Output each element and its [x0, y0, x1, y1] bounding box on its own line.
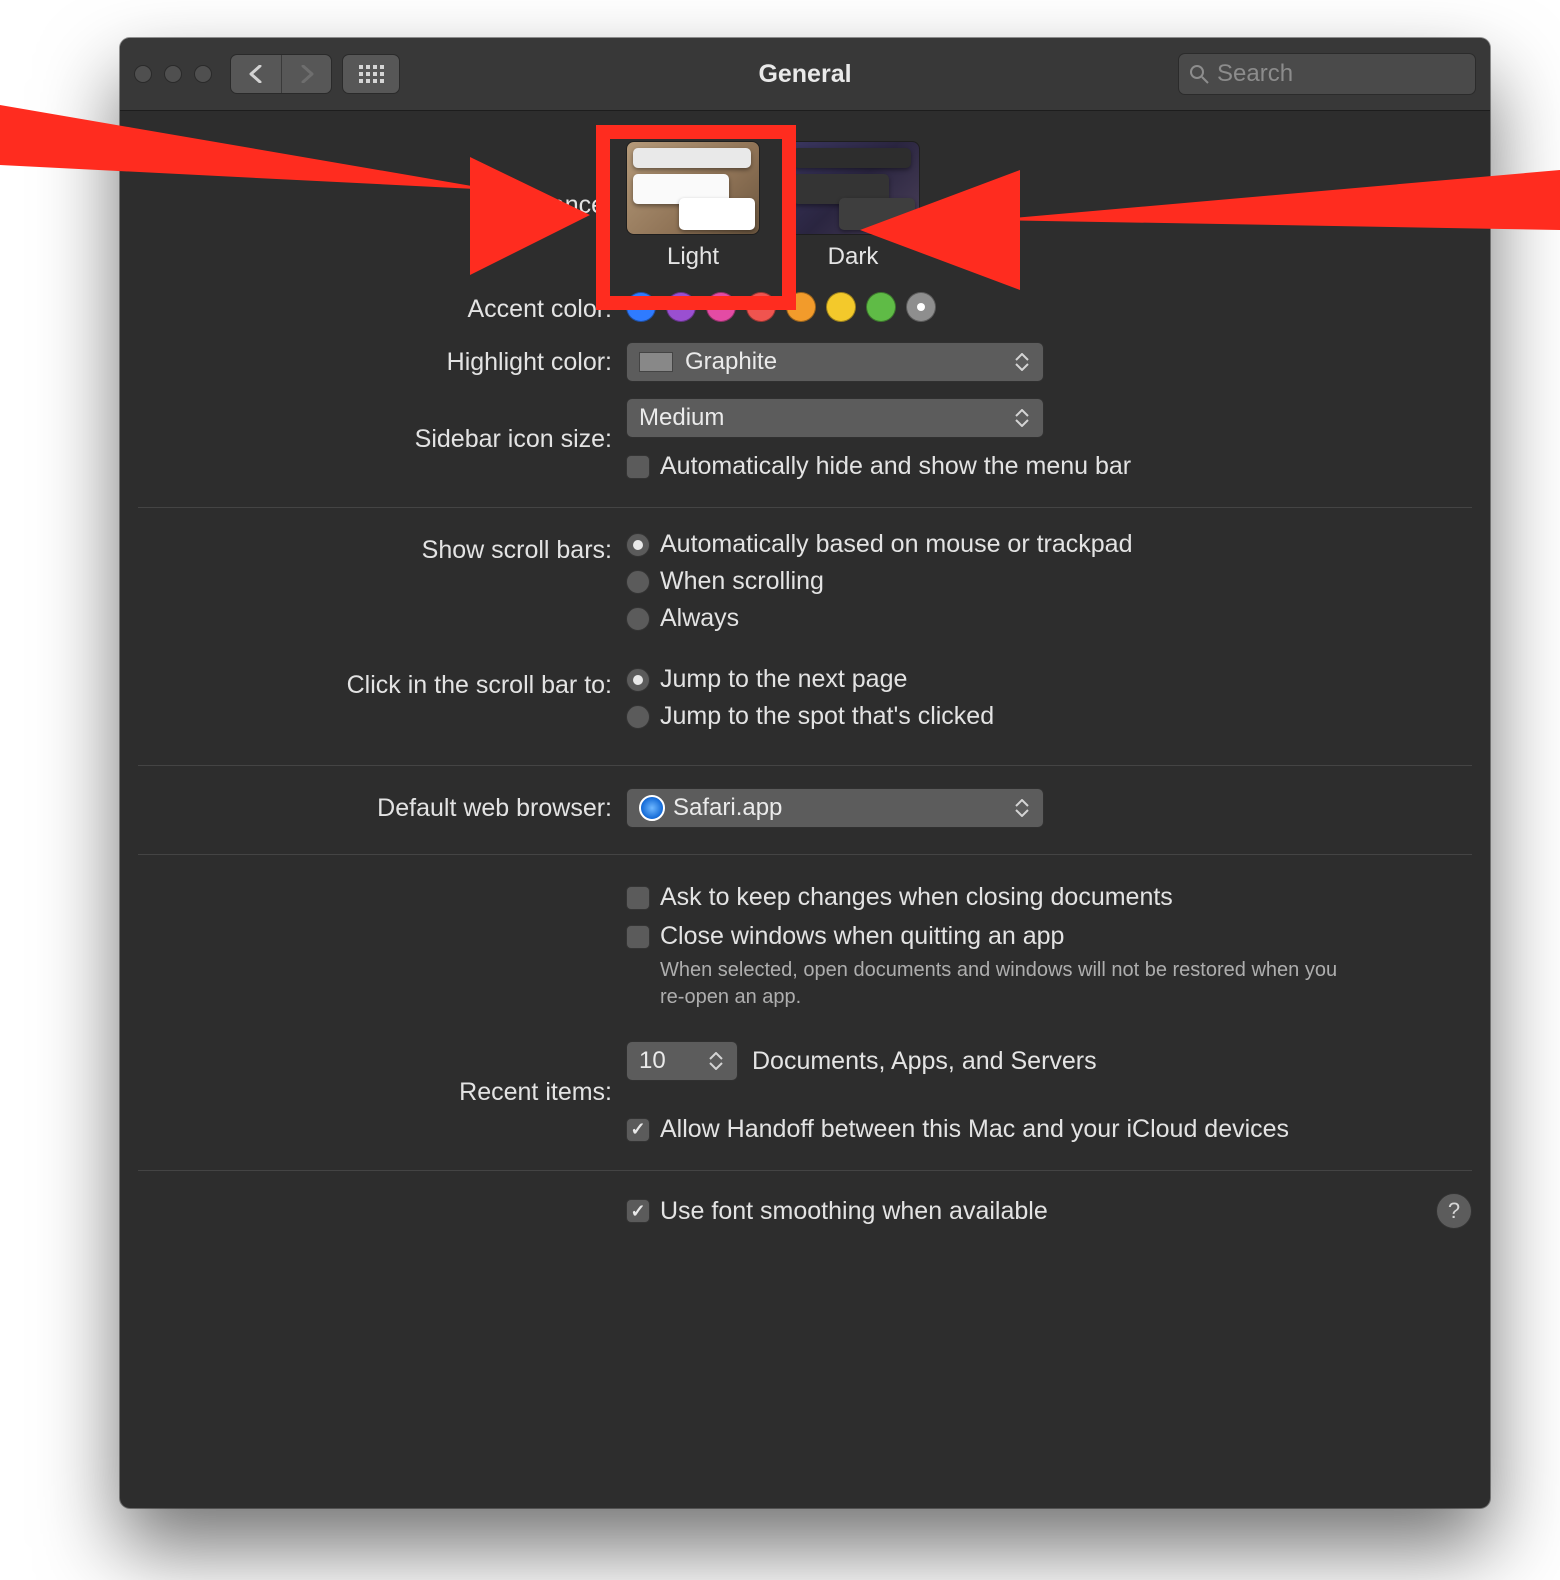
handoff-checkbox[interactable]: [626, 1118, 650, 1142]
appearance-option-dark[interactable]: Dark: [786, 141, 920, 271]
help-button[interactable]: ?: [1436, 1193, 1472, 1229]
stepper-icon: [709, 1046, 733, 1076]
divider: [138, 854, 1472, 855]
appearance-dark-thumb: [786, 141, 920, 235]
recent-items-value: 10: [639, 1047, 666, 1075]
titlebar: General Search: [120, 38, 1490, 111]
highlight-color-label: Highlight color:: [138, 348, 626, 377]
click-scroll-label: Click in the scroll bar to:: [138, 665, 626, 700]
grid-icon: [359, 65, 384, 83]
scrollbars-radio-0[interactable]: [626, 533, 650, 557]
sidebar-icon-size-label: Sidebar icon size:: [138, 425, 626, 454]
zoom-window-button[interactable]: [194, 65, 212, 83]
accent-color-2[interactable]: [706, 292, 736, 322]
scrollbars-radio-2[interactable]: [626, 607, 650, 631]
preferences-window: General Search Appearance:: [120, 38, 1490, 1508]
default-browser-select[interactable]: Safari.app: [626, 788, 1044, 828]
scrollbars-radio-label-1: When scrolling: [660, 567, 824, 596]
forward-button[interactable]: [281, 55, 331, 93]
scrollbars-radio-label-0: Automatically based on mouse or trackpad: [660, 530, 1132, 559]
click-scroll-radio-0[interactable]: [626, 668, 650, 692]
accent-color-7[interactable]: [906, 292, 936, 322]
ask-keep-changes-checkbox[interactable]: [626, 886, 650, 910]
highlight-color-select[interactable]: Graphite: [626, 342, 1044, 382]
click-scroll-radio-1[interactable]: [626, 705, 650, 729]
appearance-option-light[interactable]: Light: [626, 141, 760, 271]
appearance-light-thumb: [626, 141, 760, 235]
recent-items-label: Recent items:: [138, 1078, 626, 1107]
accent-color-0[interactable]: [626, 292, 656, 322]
divider: [138, 765, 1472, 766]
sidebar-icon-size-value: Medium: [639, 404, 724, 432]
accent-color-1[interactable]: [666, 292, 696, 322]
chevron-left-icon: [248, 65, 264, 83]
window-controls: [134, 65, 212, 83]
accent-color-3[interactable]: [746, 292, 776, 322]
recent-items-select[interactable]: 10: [626, 1041, 738, 1081]
minimize-window-button[interactable]: [164, 65, 182, 83]
default-browser-value: Safari.app: [673, 794, 782, 822]
search-placeholder: Search: [1217, 60, 1293, 88]
auto-hide-menubar-checkbox[interactable]: [626, 455, 650, 479]
divider: [138, 507, 1472, 508]
highlight-color-value: Graphite: [685, 348, 777, 376]
stepper-icon: [1015, 793, 1039, 823]
font-smoothing-checkbox[interactable]: [626, 1199, 650, 1223]
close-windows-checkbox[interactable]: [626, 925, 650, 949]
appearance-light-label: Light: [667, 243, 719, 271]
accent-color-label: Accent color:: [138, 289, 626, 324]
back-button[interactable]: [231, 55, 281, 93]
handoff-label: Allow Handoff between this Mac and your …: [660, 1115, 1289, 1144]
search-field[interactable]: Search: [1178, 53, 1476, 95]
auto-hide-menubar-label: Automatically hide and show the menu bar: [660, 452, 1131, 481]
font-smoothing-label: Use font smoothing when available: [660, 1197, 1048, 1226]
highlight-swatch: [639, 352, 673, 372]
chevron-right-icon: [299, 65, 315, 83]
sidebar-icon-size-select[interactable]: Medium: [626, 398, 1044, 438]
safari-icon: [639, 795, 665, 821]
show-all-button[interactable]: [342, 54, 400, 94]
appearance-dark-label: Dark: [828, 243, 879, 271]
stepper-icon: [1015, 403, 1039, 433]
scroll-bars-label: Show scroll bars:: [138, 530, 626, 565]
scrollbars-radio-label-2: Always: [660, 604, 739, 633]
accent-color-4[interactable]: [786, 292, 816, 322]
scrollbars-radio-1[interactable]: [626, 570, 650, 594]
close-window-button[interactable]: [134, 65, 152, 83]
nav-buttons: [230, 54, 332, 94]
accent-color-5[interactable]: [826, 292, 856, 322]
stepper-icon: [1015, 347, 1039, 377]
recent-items-suffix: Documents, Apps, and Servers: [752, 1047, 1097, 1076]
accent-color-6[interactable]: [866, 292, 896, 322]
default-browser-label: Default web browser:: [138, 794, 626, 823]
appearance-label: Appearance:: [138, 141, 626, 220]
ask-keep-changes-label: Ask to keep changes when closing documen…: [660, 883, 1173, 912]
divider: [138, 1170, 1472, 1171]
close-windows-label: Close windows when quitting an app: [660, 922, 1064, 951]
close-windows-help: When selected, open documents and window…: [660, 957, 1360, 1011]
click-scroll-radio-label-0: Jump to the next page: [660, 665, 907, 694]
click-scroll-radio-label-1: Jump to the spot that's clicked: [660, 702, 994, 731]
search-icon: [1189, 64, 1209, 84]
